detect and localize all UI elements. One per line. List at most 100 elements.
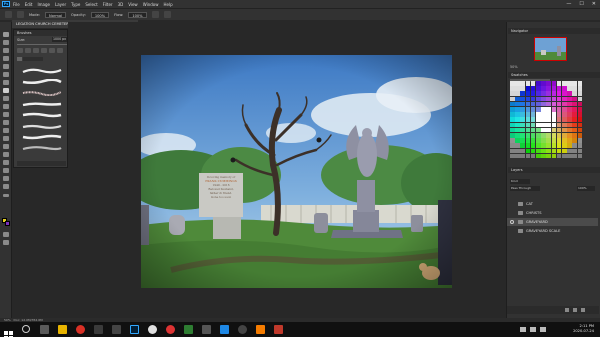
windows-start-icon[interactable] bbox=[4, 325, 13, 337]
color-swatch[interactable] bbox=[541, 91, 546, 96]
color-swatch[interactable] bbox=[556, 148, 562, 154]
app-icon[interactable] bbox=[274, 325, 283, 334]
more-tools-icon[interactable] bbox=[3, 194, 9, 197]
layer-visibility-eye-icon[interactable] bbox=[510, 229, 514, 233]
color-swatch[interactable] bbox=[572, 148, 577, 154]
color-swatch[interactable] bbox=[556, 107, 562, 112]
layer-visibility-eye-icon[interactable] bbox=[510, 211, 514, 215]
color-swatch[interactable] bbox=[541, 127, 546, 133]
lasso-tool-icon[interactable] bbox=[3, 48, 9, 53]
move-tool-icon[interactable] bbox=[3, 32, 9, 37]
minimize-button[interactable]: — bbox=[566, 1, 571, 7]
color-swatch[interactable] bbox=[525, 86, 531, 91]
color-swatch[interactable] bbox=[572, 101, 577, 107]
menu-file[interactable]: File bbox=[13, 2, 20, 7]
app-icon[interactable] bbox=[220, 325, 229, 334]
app-icon[interactable] bbox=[202, 325, 211, 334]
color-swatch[interactable] bbox=[562, 81, 567, 86]
background-color-swatch[interactable] bbox=[5, 221, 10, 226]
color-swatch[interactable] bbox=[567, 133, 572, 138]
color-swatch[interactable] bbox=[510, 133, 515, 138]
color-swatch[interactable] bbox=[530, 117, 536, 122]
shape-tool-icon[interactable] bbox=[3, 168, 9, 173]
color-swatch[interactable] bbox=[520, 86, 525, 91]
zoom-tool-icon[interactable] bbox=[3, 184, 9, 189]
color-swatch[interactable] bbox=[525, 81, 531, 86]
color-swatch[interactable] bbox=[567, 138, 572, 143]
color-swatch[interactable] bbox=[567, 148, 572, 154]
crop-tool-icon[interactable] bbox=[3, 64, 9, 69]
color-swatch[interactable] bbox=[567, 153, 572, 159]
color-swatch[interactable] bbox=[530, 101, 536, 107]
color-swatch[interactable] bbox=[536, 107, 541, 112]
app-icon[interactable] bbox=[148, 325, 157, 334]
color-swatch[interactable] bbox=[577, 91, 583, 96]
dodge-tool-icon[interactable] bbox=[3, 136, 9, 141]
color-swatch[interactable] bbox=[525, 91, 531, 96]
color-swatch[interactable] bbox=[520, 101, 525, 107]
flow-input[interactable]: 100% bbox=[128, 11, 147, 18]
color-swatch[interactable] bbox=[546, 91, 551, 96]
color-swatch[interactable] bbox=[577, 133, 583, 138]
brush-stroke-sample[interactable] bbox=[22, 134, 62, 140]
color-swatch[interactable] bbox=[510, 148, 515, 154]
color-swatch[interactable] bbox=[530, 133, 536, 138]
color-swatch[interactable] bbox=[536, 153, 541, 159]
color-swatch[interactable] bbox=[536, 101, 541, 107]
color-swatch[interactable] bbox=[546, 86, 551, 91]
color-swatch[interactable] bbox=[515, 81, 520, 86]
color-swatch[interactable] bbox=[510, 117, 515, 122]
gradient-tool-icon[interactable] bbox=[3, 120, 9, 125]
color-swatch[interactable] bbox=[551, 86, 557, 91]
color-swatch[interactable] bbox=[530, 153, 536, 159]
brush-preset[interactable] bbox=[49, 48, 55, 53]
color-swatch[interactable] bbox=[530, 91, 536, 96]
color-swatch[interactable] bbox=[567, 112, 572, 117]
color-swatch[interactable] bbox=[541, 86, 546, 91]
color-swatch[interactable] bbox=[572, 86, 577, 91]
healing-tool-icon[interactable] bbox=[3, 80, 9, 85]
taskbar-clock[interactable]: 2:11 PM 2020-07-24 bbox=[573, 324, 594, 334]
color-swatch[interactable] bbox=[510, 86, 515, 91]
color-swatch[interactable] bbox=[515, 138, 520, 143]
blend-mode-select[interactable]: Pass Through bbox=[510, 186, 540, 191]
color-swatch[interactable] bbox=[525, 133, 531, 138]
color-swatch[interactable] bbox=[530, 107, 536, 112]
color-swatch[interactable] bbox=[525, 122, 531, 128]
color-swatch[interactable] bbox=[520, 133, 525, 138]
brush-stroke-sample[interactable] bbox=[22, 123, 62, 129]
hand-tool-icon[interactable] bbox=[3, 176, 9, 181]
color-swatch[interactable] bbox=[515, 112, 520, 117]
color-swatch[interactable] bbox=[520, 143, 525, 148]
quick-select-tool-icon[interactable] bbox=[3, 56, 9, 61]
color-swatch[interactable] bbox=[562, 148, 567, 154]
color-swatch[interactable] bbox=[572, 107, 577, 112]
color-swatch[interactable] bbox=[562, 86, 567, 91]
app-icon[interactable] bbox=[94, 325, 103, 334]
brush-size-input[interactable]: 1000 px bbox=[52, 37, 67, 42]
quick-mask-icon[interactable] bbox=[3, 232, 9, 237]
path-select-tool-icon[interactable] bbox=[3, 160, 9, 165]
color-swatch[interactable] bbox=[556, 138, 562, 143]
color-swatch[interactable] bbox=[536, 81, 541, 86]
color-swatch[interactable] bbox=[520, 138, 525, 143]
color-swatch[interactable] bbox=[520, 117, 525, 122]
brush-stroke-sample[interactable] bbox=[22, 112, 62, 118]
color-swatch[interactable] bbox=[572, 81, 577, 86]
app-icon[interactable] bbox=[166, 325, 175, 334]
color-swatch[interactable] bbox=[577, 143, 583, 148]
color-swatch[interactable] bbox=[567, 86, 572, 91]
mode-select[interactable]: Normal bbox=[45, 11, 67, 18]
color-swatch[interactable] bbox=[556, 101, 562, 107]
new-group-icon[interactable] bbox=[565, 308, 569, 312]
color-swatch[interactable] bbox=[546, 117, 551, 122]
color-swatch[interactable] bbox=[577, 127, 583, 133]
color-swatch[interactable] bbox=[520, 153, 525, 159]
color-swatch[interactable] bbox=[551, 122, 557, 128]
color-swatch[interactable] bbox=[562, 153, 567, 159]
color-swatch[interactable] bbox=[525, 127, 531, 133]
color-swatch[interactable] bbox=[567, 107, 572, 112]
color-swatch[interactable] bbox=[556, 127, 562, 133]
color-swatch[interactable] bbox=[515, 148, 520, 154]
color-swatch[interactable] bbox=[577, 107, 583, 112]
